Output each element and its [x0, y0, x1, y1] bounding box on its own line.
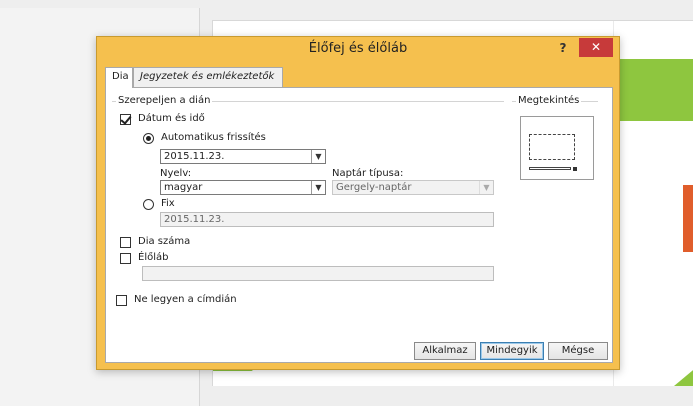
calendar-type-value: Gergely-naptár [336, 182, 412, 193]
footer-label[interactable]: Élőláb [138, 252, 168, 263]
footer-checkbox[interactable] [120, 253, 131, 264]
auto-date-select[interactable]: 2015.11.23. ▼ [160, 149, 326, 164]
slide-green-shape [608, 59, 693, 121]
language-label: Nyelv: [160, 168, 192, 179]
fixed-radio[interactable] [143, 199, 154, 210]
auto-update-label[interactable]: Automatikus frissítés [161, 132, 266, 143]
language-select[interactable]: magyar ▼ [160, 180, 326, 195]
slide-number-checkbox[interactable] [120, 237, 131, 248]
preview-content-area [529, 134, 575, 160]
auto-update-radio[interactable] [143, 133, 154, 144]
slide-green-corner-right [668, 366, 693, 386]
preview-number-placeholder [573, 167, 577, 171]
tab-dia[interactable]: Dia [105, 67, 133, 88]
apply-button[interactable]: Alkalmaz [414, 342, 476, 360]
preview-thumbnail [520, 116, 594, 180]
help-icon[interactable]: ? [553, 39, 573, 57]
slide-orange-shape [683, 185, 693, 252]
calendar-type-label: Naptár típusa: [332, 168, 404, 179]
cancel-button[interactable]: Mégse [548, 342, 608, 360]
dialog-titlebar[interactable]: Élőfej és élőláb ? ✕ [97, 37, 619, 61]
auto-date-value: 2015.11.23. [164, 151, 225, 162]
fixed-date-field[interactable]: 2015.11.23. [160, 212, 494, 227]
fixed-label[interactable]: Fix [161, 198, 175, 209]
no-title-slide-label[interactable]: Ne legyen a címdián [134, 294, 237, 305]
header-footer-dialog: Élőfej és élőláb ? ✕ Dia Jegyzetek és em… [96, 36, 620, 370]
calendar-type-select: Gergely-naptár ▼ [332, 180, 494, 195]
date-time-label[interactable]: Dátum és idő [138, 113, 205, 124]
footer-text-field[interactable] [142, 266, 494, 281]
chevron-down-icon: ▼ [479, 181, 493, 194]
dialog-title: Élőfej és élőláb [308, 41, 408, 56]
language-value: magyar [164, 182, 203, 193]
tab-panel: Szerepeljen a dián Dátum és idő Automati… [105, 87, 613, 363]
no-title-slide-checkbox[interactable] [116, 295, 127, 306]
chevron-down-icon[interactable]: ▼ [311, 181, 325, 194]
apply-all-button[interactable]: Mindegyik [480, 342, 544, 360]
date-time-checkbox[interactable] [120, 114, 131, 125]
preview-label: Megtekintés [516, 95, 582, 106]
chevron-down-icon[interactable]: ▼ [311, 150, 325, 163]
include-group-label: Szerepeljen a dián [116, 95, 213, 106]
preview-date-placeholder [529, 167, 571, 170]
close-icon[interactable]: ✕ [579, 38, 613, 57]
slide-number-label[interactable]: Dia száma [138, 236, 190, 247]
tab-notes-handouts[interactable]: Jegyzetek és emlékeztetők [133, 67, 283, 87]
